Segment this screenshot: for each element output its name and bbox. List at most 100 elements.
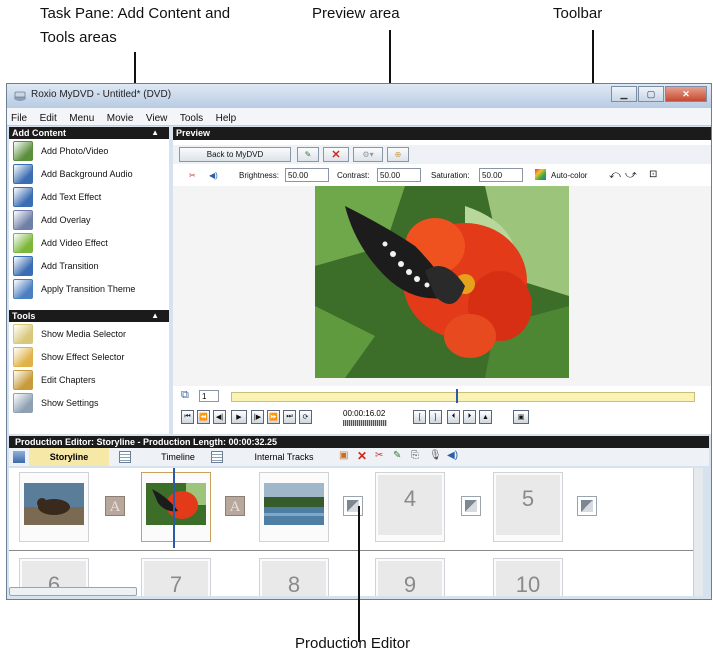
split-icon[interactable]: ✂	[375, 450, 383, 461]
saturation-field[interactable]: 50.00	[479, 168, 523, 182]
storyboard-slot-4[interactable]: 4	[375, 472, 445, 542]
mark-in-button[interactable]: [	[413, 410, 426, 424]
clip-thumbnail-bear	[24, 483, 84, 525]
add-content-header[interactable]: Add Content ▲	[9, 127, 169, 139]
mark-out-button[interactable]: ]	[429, 410, 442, 424]
tab-timeline[interactable]: Timeline	[135, 448, 221, 466]
collapse-icon[interactable]: ▲	[151, 310, 159, 322]
contrast-label: Contrast:	[337, 171, 370, 180]
photo-tool-icon[interactable]: ▣	[339, 450, 348, 461]
volume-icon[interactable]: ◀)	[209, 171, 218, 180]
edit-tool-button[interactable]: ✎	[297, 147, 319, 162]
tools-item-1[interactable]: Show Media Selector	[9, 322, 169, 345]
back-to-mydvd-button[interactable]: Back to MyDVD	[179, 147, 291, 162]
menu-movie[interactable]: Movie	[103, 111, 138, 124]
rewind-button[interactable]: ⏪	[197, 410, 210, 424]
maximize-button[interactable]: ▢	[638, 86, 664, 102]
autocolor-icon[interactable]	[535, 169, 546, 180]
menu-edit[interactable]: Edit	[36, 111, 61, 124]
storyboard-slot-5[interactable]: 5	[493, 472, 563, 542]
rotate-right-icon[interactable]: ⤻	[625, 169, 637, 182]
step-forward-button[interactable]: |▶	[251, 410, 264, 424]
go-start-button[interactable]: ⏮	[181, 410, 194, 424]
menu-menu[interactable]: Menu	[65, 111, 98, 124]
storyboard-slot-8[interactable]: 8	[259, 558, 329, 596]
effect-selector-icon	[13, 346, 33, 367]
menu-view[interactable]: View	[142, 111, 172, 124]
tab-internal-tracks[interactable]: Internal Tracks	[229, 448, 339, 466]
add_content-item-5[interactable]: Add Video Effect	[9, 231, 169, 254]
storyboard-playhead[interactable]	[173, 468, 175, 548]
window-title: Roxio MyDVD - Untitled* (DVD)	[31, 89, 172, 100]
transition-text-2[interactable]: A	[225, 496, 245, 516]
menu-tools[interactable]: Tools	[176, 111, 207, 124]
minimize-button[interactable]: ▁	[611, 86, 637, 102]
storyboard-cell-3[interactable]	[259, 472, 329, 542]
add_content-item-2[interactable]: Add Background Audio	[9, 162, 169, 185]
autocolor-label[interactable]: Auto-color	[551, 171, 587, 180]
text-effect-icon	[13, 186, 33, 207]
tools-header[interactable]: Tools ▲	[9, 310, 169, 322]
transition-text-1[interactable]: A	[105, 496, 125, 516]
snapshot-button[interactable]: ▣	[513, 410, 529, 424]
clip-icon[interactable]: ✂	[189, 171, 196, 180]
rotate-left-icon[interactable]: ⤺	[609, 169, 621, 182]
production-tabs: Storyline Timeline Internal Tracks ▣ ✕ ✂…	[9, 448, 709, 466]
tools-dropdown-button[interactable]: ⚙▾	[353, 147, 383, 162]
add_content-item-6[interactable]: Add Transition	[9, 254, 169, 277]
contrast-field[interactable]: 50.00	[377, 168, 421, 182]
storyboard-cell-2[interactable]	[141, 472, 211, 542]
add_content-item-3[interactable]: Add Text Effect	[9, 185, 169, 208]
audio-icon[interactable]: ◀)	[447, 450, 458, 461]
marker-button[interactable]: ▲	[479, 410, 492, 424]
adjust-row: ✂ ◀) Brightness: 50.00 Contrast: 50.00 S…	[173, 167, 711, 185]
record-icon[interactable]: 🎙	[429, 450, 442, 461]
tools-item-2[interactable]: Show Effect Selector	[9, 345, 169, 368]
preview-title: Preview	[176, 128, 211, 138]
transition-slot-4[interactable]	[461, 496, 481, 516]
menu-help[interactable]: Help	[212, 111, 241, 124]
frame-field[interactable]: 1	[199, 390, 219, 402]
storyboard-slot-10[interactable]: 10	[493, 558, 563, 596]
add-button[interactable]: ⊕	[387, 147, 409, 162]
add_content-item-label: Add Transition	[41, 260, 99, 271]
transition-slot-5[interactable]	[577, 496, 597, 516]
tools-item-4[interactable]: Show Settings	[9, 391, 169, 414]
scrub-bar[interactable]	[231, 392, 695, 402]
delete-icon[interactable]: ✕	[357, 449, 367, 463]
storyboard-slot-7[interactable]: 7	[141, 558, 211, 596]
menu-file[interactable]: File	[7, 111, 31, 124]
storyboard-vertical-scrollbar[interactable]	[693, 468, 703, 596]
fast-forward-button[interactable]: ⏩	[267, 410, 280, 424]
tab-storyline[interactable]: Storyline	[29, 448, 109, 466]
add_content-item-1[interactable]: Add Photo/Video	[9, 139, 169, 162]
play-button[interactable]: ▶	[231, 410, 247, 424]
playhead[interactable]	[456, 389, 458, 403]
close-button[interactable]: ✕	[665, 86, 707, 102]
brightness-field[interactable]: 50.00	[285, 168, 329, 182]
storyboard: A A 4 5 6 7 8 9 10	[9, 468, 703, 596]
collapse-icon[interactable]: ▲	[151, 127, 159, 139]
internal-tracks-icon	[211, 451, 223, 463]
add_content-item-7[interactable]: Apply Transition Theme	[9, 277, 169, 300]
effects-icon[interactable]: ✎	[393, 450, 401, 461]
timecode: 00:00:16.02	[343, 409, 386, 418]
add_content-item-4[interactable]: Add Overlay	[9, 208, 169, 231]
storyboard-slot-9[interactable]: 9	[375, 558, 445, 596]
step-back-button[interactable]: ◀|	[213, 410, 226, 424]
tools-item-3[interactable]: Edit Chapters	[9, 368, 169, 391]
settings-icon	[13, 392, 33, 413]
transition-slot-3[interactable]	[343, 496, 363, 516]
tools-title: Tools	[12, 311, 36, 321]
fit-icon[interactable]: ⊡	[649, 169, 657, 180]
storyboard-horizontal-scrollbar[interactable]	[9, 587, 137, 596]
prev-marker-button[interactable]: ⏴	[447, 410, 460, 424]
chapter-icon[interactable]: ⎘	[411, 450, 419, 461]
photo-video-icon	[13, 140, 33, 161]
add_content-item-label: Add Video Effect	[41, 237, 108, 248]
next-marker-button[interactable]: ⏵	[463, 410, 476, 424]
go-end-button[interactable]: ⏭	[283, 410, 296, 424]
storyboard-cell-1[interactable]	[19, 472, 89, 542]
delete-button[interactable]: ✕	[323, 147, 349, 162]
loop-button[interactable]: ⟳	[299, 410, 312, 424]
